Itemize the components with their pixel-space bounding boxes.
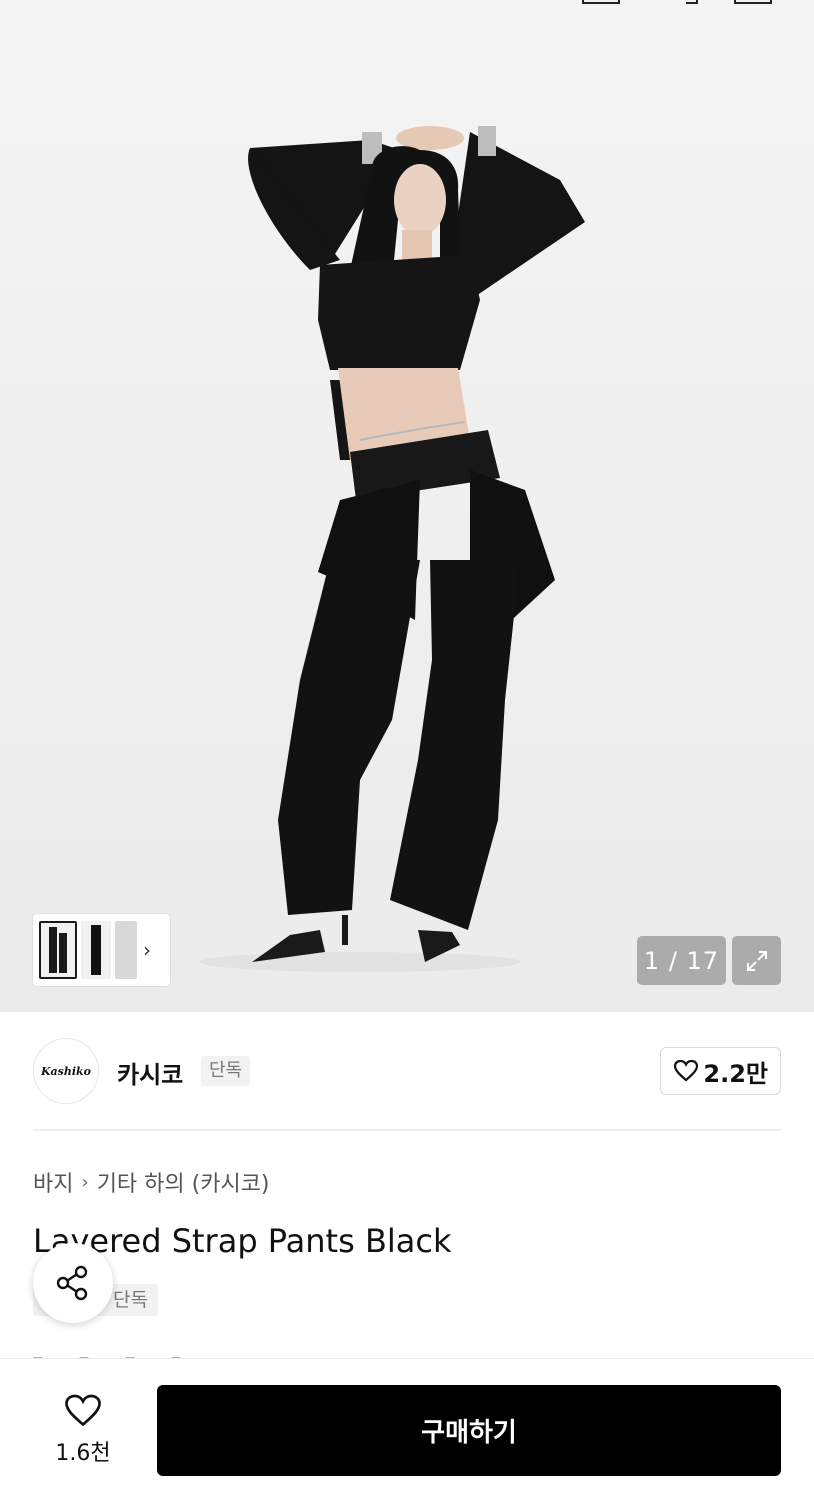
brand-row: Kashiko 카시코 단독 2.2만	[33, 1038, 781, 1104]
heart-icon	[65, 1394, 101, 1427]
brand-logo[interactable]: Kashiko	[33, 1038, 99, 1104]
heart-icon	[674, 1059, 699, 1082]
wishlist-button[interactable]: 1.6천	[33, 1385, 133, 1475]
breadcrumb-subcategory[interactable]: 기타 하의 (카시코)	[97, 1166, 270, 1198]
thumbnail-3[interactable]	[115, 921, 137, 979]
brand-like-count: 2.2만	[703, 1059, 768, 1088]
image-counter: 1 / 17	[637, 936, 726, 985]
product-photo	[200, 126, 585, 972]
wishlist-count: 1.6천	[55, 1441, 111, 1466]
chevron-right-icon: ›	[81, 1171, 89, 1193]
search-icon[interactable]	[686, 0, 698, 4]
expand-button[interactable]	[732, 936, 781, 985]
top-bar	[0, 0, 814, 14]
divider	[33, 1129, 781, 1131]
exclusive-badge: 단독	[201, 1056, 251, 1086]
menu-icon[interactable]	[734, 0, 772, 4]
brand-name[interactable]: 카시코	[117, 1055, 183, 1090]
brand-like-button[interactable]: 2.2만	[660, 1047, 781, 1095]
thumbnail-strip[interactable]: ›	[33, 914, 170, 986]
share-button[interactable]	[33, 1243, 113, 1323]
expand-icon	[746, 950, 767, 971]
share-icon	[56, 1265, 88, 1301]
breadcrumb: 바지 › 기타 하의 (카시코)	[33, 1166, 270, 1198]
bottom-action-bar: 1.6천 구매하기	[0, 1358, 814, 1500]
brand-logo-text: Kashiko	[40, 1064, 91, 1078]
product-image-gallery[interactable]: › 1 / 17	[0, 0, 814, 1012]
buy-button[interactable]: 구매하기	[157, 1385, 781, 1476]
thumbnail-1[interactable]	[39, 921, 77, 979]
cart-icon[interactable]	[582, 0, 620, 4]
chevron-right-icon[interactable]: ›	[143, 938, 151, 962]
breadcrumb-category[interactable]: 바지	[33, 1166, 73, 1198]
thumbnail-2[interactable]	[81, 921, 111, 979]
